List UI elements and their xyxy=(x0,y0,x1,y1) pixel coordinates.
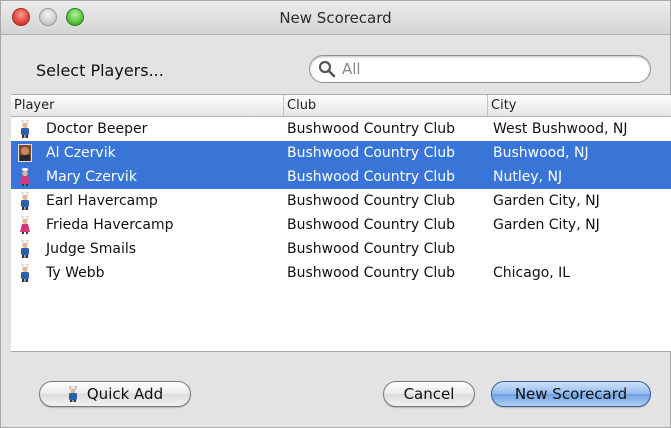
search-icon xyxy=(318,60,336,78)
photo-avatar-icon xyxy=(18,144,32,162)
table-row[interactable]: Earl Havercamp Bushwood Country Club Garde… xyxy=(11,189,671,213)
players-table[interactable]: Player Club City Doctor Beeper Bushwood C… xyxy=(11,94,671,352)
table-row[interactable]: Doctor Beeper Bushwood Country Club West B… xyxy=(11,117,671,141)
column-header-player[interactable]: Player xyxy=(11,95,284,116)
search-field[interactable] xyxy=(309,55,651,83)
club-cell: Bushwood Country Club xyxy=(287,145,456,161)
search-input[interactable] xyxy=(340,59,634,79)
table-row[interactable]: Frieda Havercamp Bushwood Country Club Gar… xyxy=(11,213,671,237)
table-row[interactable]: Mary Czervik Bushwood Country Club Nutley,… xyxy=(11,165,671,189)
club-cell: Bushwood Country Club xyxy=(287,193,456,209)
player-name-cell: Mary Czervik xyxy=(46,169,137,185)
table-row[interactable]: Ty Webb Bushwood Country Club Chicago, IL xyxy=(11,261,671,285)
table-header: Player Club City xyxy=(11,95,671,117)
city-cell: Garden City, NJ xyxy=(493,217,600,233)
male-golfer-icon xyxy=(21,240,29,258)
player-name-cell: Earl Havercamp xyxy=(46,193,158,209)
window-title: New Scorecard xyxy=(279,9,392,27)
city-cell: Garden City, NJ xyxy=(493,193,600,209)
column-header-city[interactable]: City xyxy=(488,95,671,116)
city-cell: Nutley, NJ xyxy=(493,169,563,185)
cancel-button[interactable]: Cancel xyxy=(383,381,475,407)
new-scorecard-button[interactable]: New Scorecard xyxy=(491,381,651,407)
female-golfer-icon xyxy=(20,216,30,234)
player-name-cell: Frieda Havercamp xyxy=(46,217,174,233)
club-cell: Bushwood Country Club xyxy=(287,265,456,281)
table-row[interactable]: Al Czervik Bushwood Country Club Bushwood,… xyxy=(11,141,671,165)
title-bar[interactable]: New Scorecard xyxy=(1,1,670,35)
club-cell: Bushwood Country Club xyxy=(287,241,456,257)
female-golfer-icon xyxy=(20,168,30,186)
player-name-cell: Doctor Beeper xyxy=(46,121,148,137)
city-cell: West Bushwood, NJ xyxy=(493,121,628,137)
city-cell: Chicago, IL xyxy=(493,265,571,281)
quick-add-button[interactable]: Quick Add xyxy=(39,381,191,407)
golfer-icon xyxy=(68,386,77,402)
male-golfer-icon xyxy=(21,264,29,282)
new-scorecard-window: New Scorecard Select Players... Player C… xyxy=(0,0,671,428)
player-name-cell: Judge Smails xyxy=(46,241,137,257)
male-golfer-icon xyxy=(21,192,29,210)
player-name-cell: Al Czervik xyxy=(46,145,116,161)
club-cell: Bushwood Country Club xyxy=(287,217,456,233)
column-header-club[interactable]: Club xyxy=(284,95,488,116)
city-cell: Bushwood, NJ xyxy=(493,145,589,161)
select-players-label: Select Players... xyxy=(36,61,164,80)
player-name-cell: Ty Webb xyxy=(46,265,105,281)
table-row[interactable]: Judge Smails Bushwood Country Club xyxy=(11,237,671,261)
male-golfer-icon xyxy=(21,120,29,138)
quick-add-label: Quick Add xyxy=(86,385,164,403)
club-cell: Bushwood Country Club xyxy=(287,121,456,137)
club-cell: Bushwood Country Club xyxy=(287,169,456,185)
